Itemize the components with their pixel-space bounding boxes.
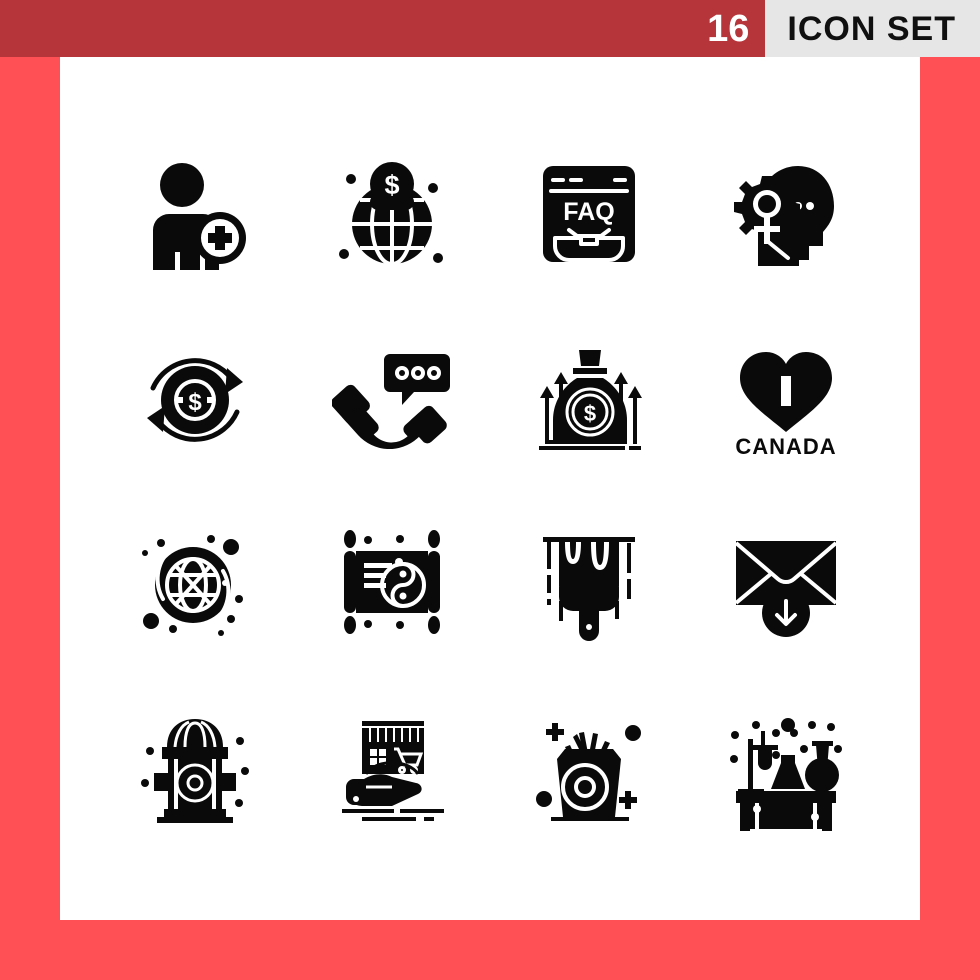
icon-cell-i-love-canada[interactable]: CANADA bbox=[687, 307, 884, 493]
i-love-canada-heart-icon: CANADA bbox=[735, 351, 836, 459]
canada-label: CANADA bbox=[735, 434, 836, 459]
svg-text:$: $ bbox=[188, 389, 202, 416]
icon-cell-yin-yang-scroll[interactable] bbox=[293, 493, 490, 679]
add-user-icon bbox=[152, 162, 246, 270]
hand-shop-icon bbox=[341, 721, 444, 822]
yin-yang-scroll-icon bbox=[343, 530, 440, 635]
icon-cell-receive-email[interactable] bbox=[687, 493, 884, 679]
icon-count-badge: 16 bbox=[707, 7, 750, 50]
icon-cell-creative-mind[interactable] bbox=[687, 121, 884, 307]
svg-text:$: $ bbox=[384, 170, 399, 200]
poster-header: 16 ICON SET bbox=[0, 0, 980, 57]
icon-grid: $ FAQ $ $ CANADA bbox=[60, 57, 920, 920]
faq-label: FAQ bbox=[563, 198, 614, 226]
icon-cell-add-user[interactable] bbox=[96, 121, 293, 307]
svg-text:$: $ bbox=[583, 401, 595, 426]
planet-globe-icon bbox=[141, 535, 243, 637]
icon-cell-money-refund[interactable]: $ bbox=[96, 307, 293, 493]
money-refund-icon: $ bbox=[146, 357, 243, 442]
icon-set-poster: 16 ICON SET $ FAQ $ $ CANADA bbox=[0, 0, 980, 980]
icon-cell-global-finance[interactable]: $ bbox=[293, 121, 490, 307]
icon-cell-paint-brush[interactable] bbox=[490, 493, 687, 679]
icon-cell-laboratory-table[interactable] bbox=[687, 678, 884, 864]
global-finance-icon: $ bbox=[338, 161, 443, 266]
email-download-icon bbox=[734, 541, 837, 638]
icon-cell-planet[interactable] bbox=[96, 493, 293, 679]
icon-cell-phone-support[interactable] bbox=[293, 307, 490, 493]
lab-table-icon bbox=[729, 718, 842, 832]
icon-cell-french-fries[interactable] bbox=[490, 678, 687, 864]
icon-cell-fire-hydrant[interactable] bbox=[96, 678, 293, 864]
faq-browser-icon: FAQ bbox=[542, 165, 635, 262]
fire-hydrant-icon bbox=[140, 719, 249, 824]
phone-support-chat-icon bbox=[331, 353, 450, 449]
paint-brush-drip-icon bbox=[542, 537, 635, 642]
money-bag-growth-icon: $ bbox=[538, 349, 642, 450]
french-fries-icon bbox=[535, 723, 641, 822]
icon-cell-shop-in-hand[interactable] bbox=[293, 678, 490, 864]
icon-cell-faq[interactable]: FAQ bbox=[490, 121, 687, 307]
mind-gear-head-icon bbox=[733, 165, 834, 266]
icon-cell-money-growth[interactable]: $ bbox=[490, 307, 687, 493]
poster-title: ICON SET bbox=[765, 0, 980, 57]
